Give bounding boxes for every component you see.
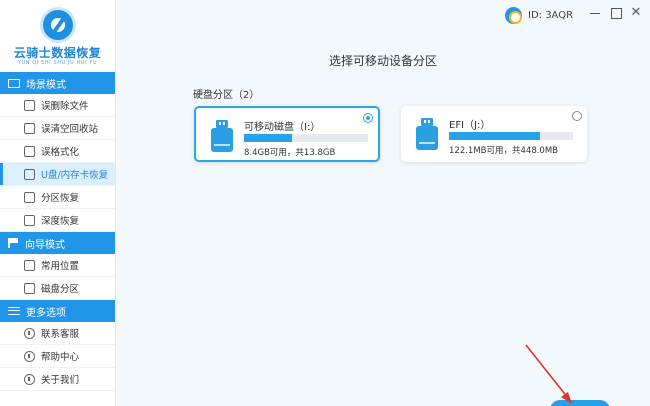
sidebar-item-label: 帮助中心 — [41, 352, 80, 363]
maximize-button[interactable] — [609, 6, 623, 20]
sidebar-item-help-center[interactable]: 帮助中心 — [0, 345, 115, 368]
info-icon — [24, 373, 35, 385]
help-icon — [24, 350, 35, 362]
recycle-bin-icon — [24, 122, 35, 134]
section-title: 向导模式 — [25, 239, 65, 251]
sidebar-item-contact-support[interactable]: 联系客服 — [0, 322, 115, 345]
sidebar-item-usb-recovery[interactable]: U盘/内存卡恢复 — [0, 163, 115, 186]
partition-icon — [24, 191, 35, 203]
next-button[interactable] — [550, 400, 610, 406]
monitor-icon — [8, 78, 20, 88]
location-icon — [24, 259, 35, 271]
disk-icon — [24, 282, 35, 294]
sidebar-item-about-us[interactable]: 关于我们 — [0, 368, 115, 391]
sidebar-item-label: 磁盘分区 — [41, 284, 80, 295]
section-header-wizard-mode: 向导模式 — [0, 232, 115, 254]
sidebar-item-label: 误删除文件 — [41, 101, 89, 112]
partition-usage-bar — [449, 132, 573, 140]
deep-scan-icon — [24, 214, 35, 226]
partition-radio[interactable] — [572, 111, 582, 121]
partition-group-label: 硬盘分区（2） — [193, 90, 260, 101]
sidebar-item-label: 常用位置 — [41, 261, 80, 272]
partition-card-removable-disk[interactable]: 可移动磁盘（I:） 8.4GB可用，共13.8GB — [194, 106, 380, 162]
section-header-scene-mode: 场景模式 — [0, 72, 115, 94]
app-logo: 云骑士数据恢复 YUN QI SHI SHU JU HUI FU — [0, 0, 115, 72]
sidebar-item-label: 深度恢复 — [41, 216, 80, 227]
usb-drive-icon — [24, 168, 35, 180]
user-id-text: ID: 3AQR — [528, 10, 574, 21]
logo-name: 云骑士数据恢复 — [13, 46, 102, 60]
flag-icon — [8, 238, 19, 248]
partition-usage-text: 122.1MB可用，共448.0MB — [449, 146, 558, 156]
sidebar-item-disk-partition[interactable]: 磁盘分区 — [0, 277, 115, 300]
partition-usage-bar — [244, 134, 368, 142]
sidebar-item-recycle-bin[interactable]: 误清空回收站 — [0, 117, 115, 140]
partition-radio[interactable] — [363, 113, 373, 123]
partition-usage-text: 8.4GB可用，共13.8GB — [244, 148, 336, 158]
sidebar-item-deep-recovery[interactable]: 深度恢复 — [0, 209, 115, 232]
section-title: 更多选项 — [26, 307, 66, 319]
headset-icon — [24, 327, 35, 339]
page-title: 选择可移动设备分区 — [328, 54, 437, 68]
user-avatar-icon — [505, 7, 522, 24]
user-id-display[interactable]: ID: 3AQR — [505, 7, 573, 24]
menu-icon — [8, 307, 20, 315]
sidebar-item-label: 关于我们 — [41, 375, 80, 386]
close-button[interactable]: ✕ — [629, 6, 643, 20]
sidebar: 云骑士数据恢复 YUN QI SHI SHU JU HUI FU 场景模式 误删… — [0, 0, 116, 406]
file-icon — [24, 99, 35, 111]
format-icon — [24, 145, 35, 157]
sidebar-item-label: 联系客服 — [41, 329, 80, 340]
sidebar-item-deleted-files[interactable]: 误删除文件 — [0, 94, 115, 117]
partition-name: 可移动磁盘（I:） — [244, 122, 321, 133]
sidebar-item-label: 误格式化 — [41, 147, 80, 158]
logo-emblem-icon — [40, 7, 76, 43]
logo-pinyin: YUN QI SHI SHU JU HUI FU — [17, 60, 98, 66]
sidebar-item-common-locations[interactable]: 常用位置 — [0, 254, 115, 277]
sidebar-item-label: 分区恢复 — [41, 193, 80, 204]
partition-card-efi[interactable]: EFI（J:） 122.1MB可用，共448.0MB — [401, 106, 587, 162]
sidebar-item-format[interactable]: 误格式化 — [0, 140, 115, 163]
section-header-more-options: 更多选项 — [0, 300, 115, 322]
sidebar-item-label: U盘/内存卡恢复 — [41, 170, 109, 181]
sidebar-item-label: 误清空回收站 — [41, 124, 99, 135]
partition-name: EFI（J:） — [449, 120, 491, 131]
sidebar-item-partition-recovery[interactable]: 分区恢复 — [0, 186, 115, 209]
usb-drive-icon — [211, 120, 233, 152]
usb-drive-icon — [416, 118, 438, 150]
minimize-button[interactable] — [588, 6, 602, 20]
section-title: 场景模式 — [26, 79, 66, 91]
